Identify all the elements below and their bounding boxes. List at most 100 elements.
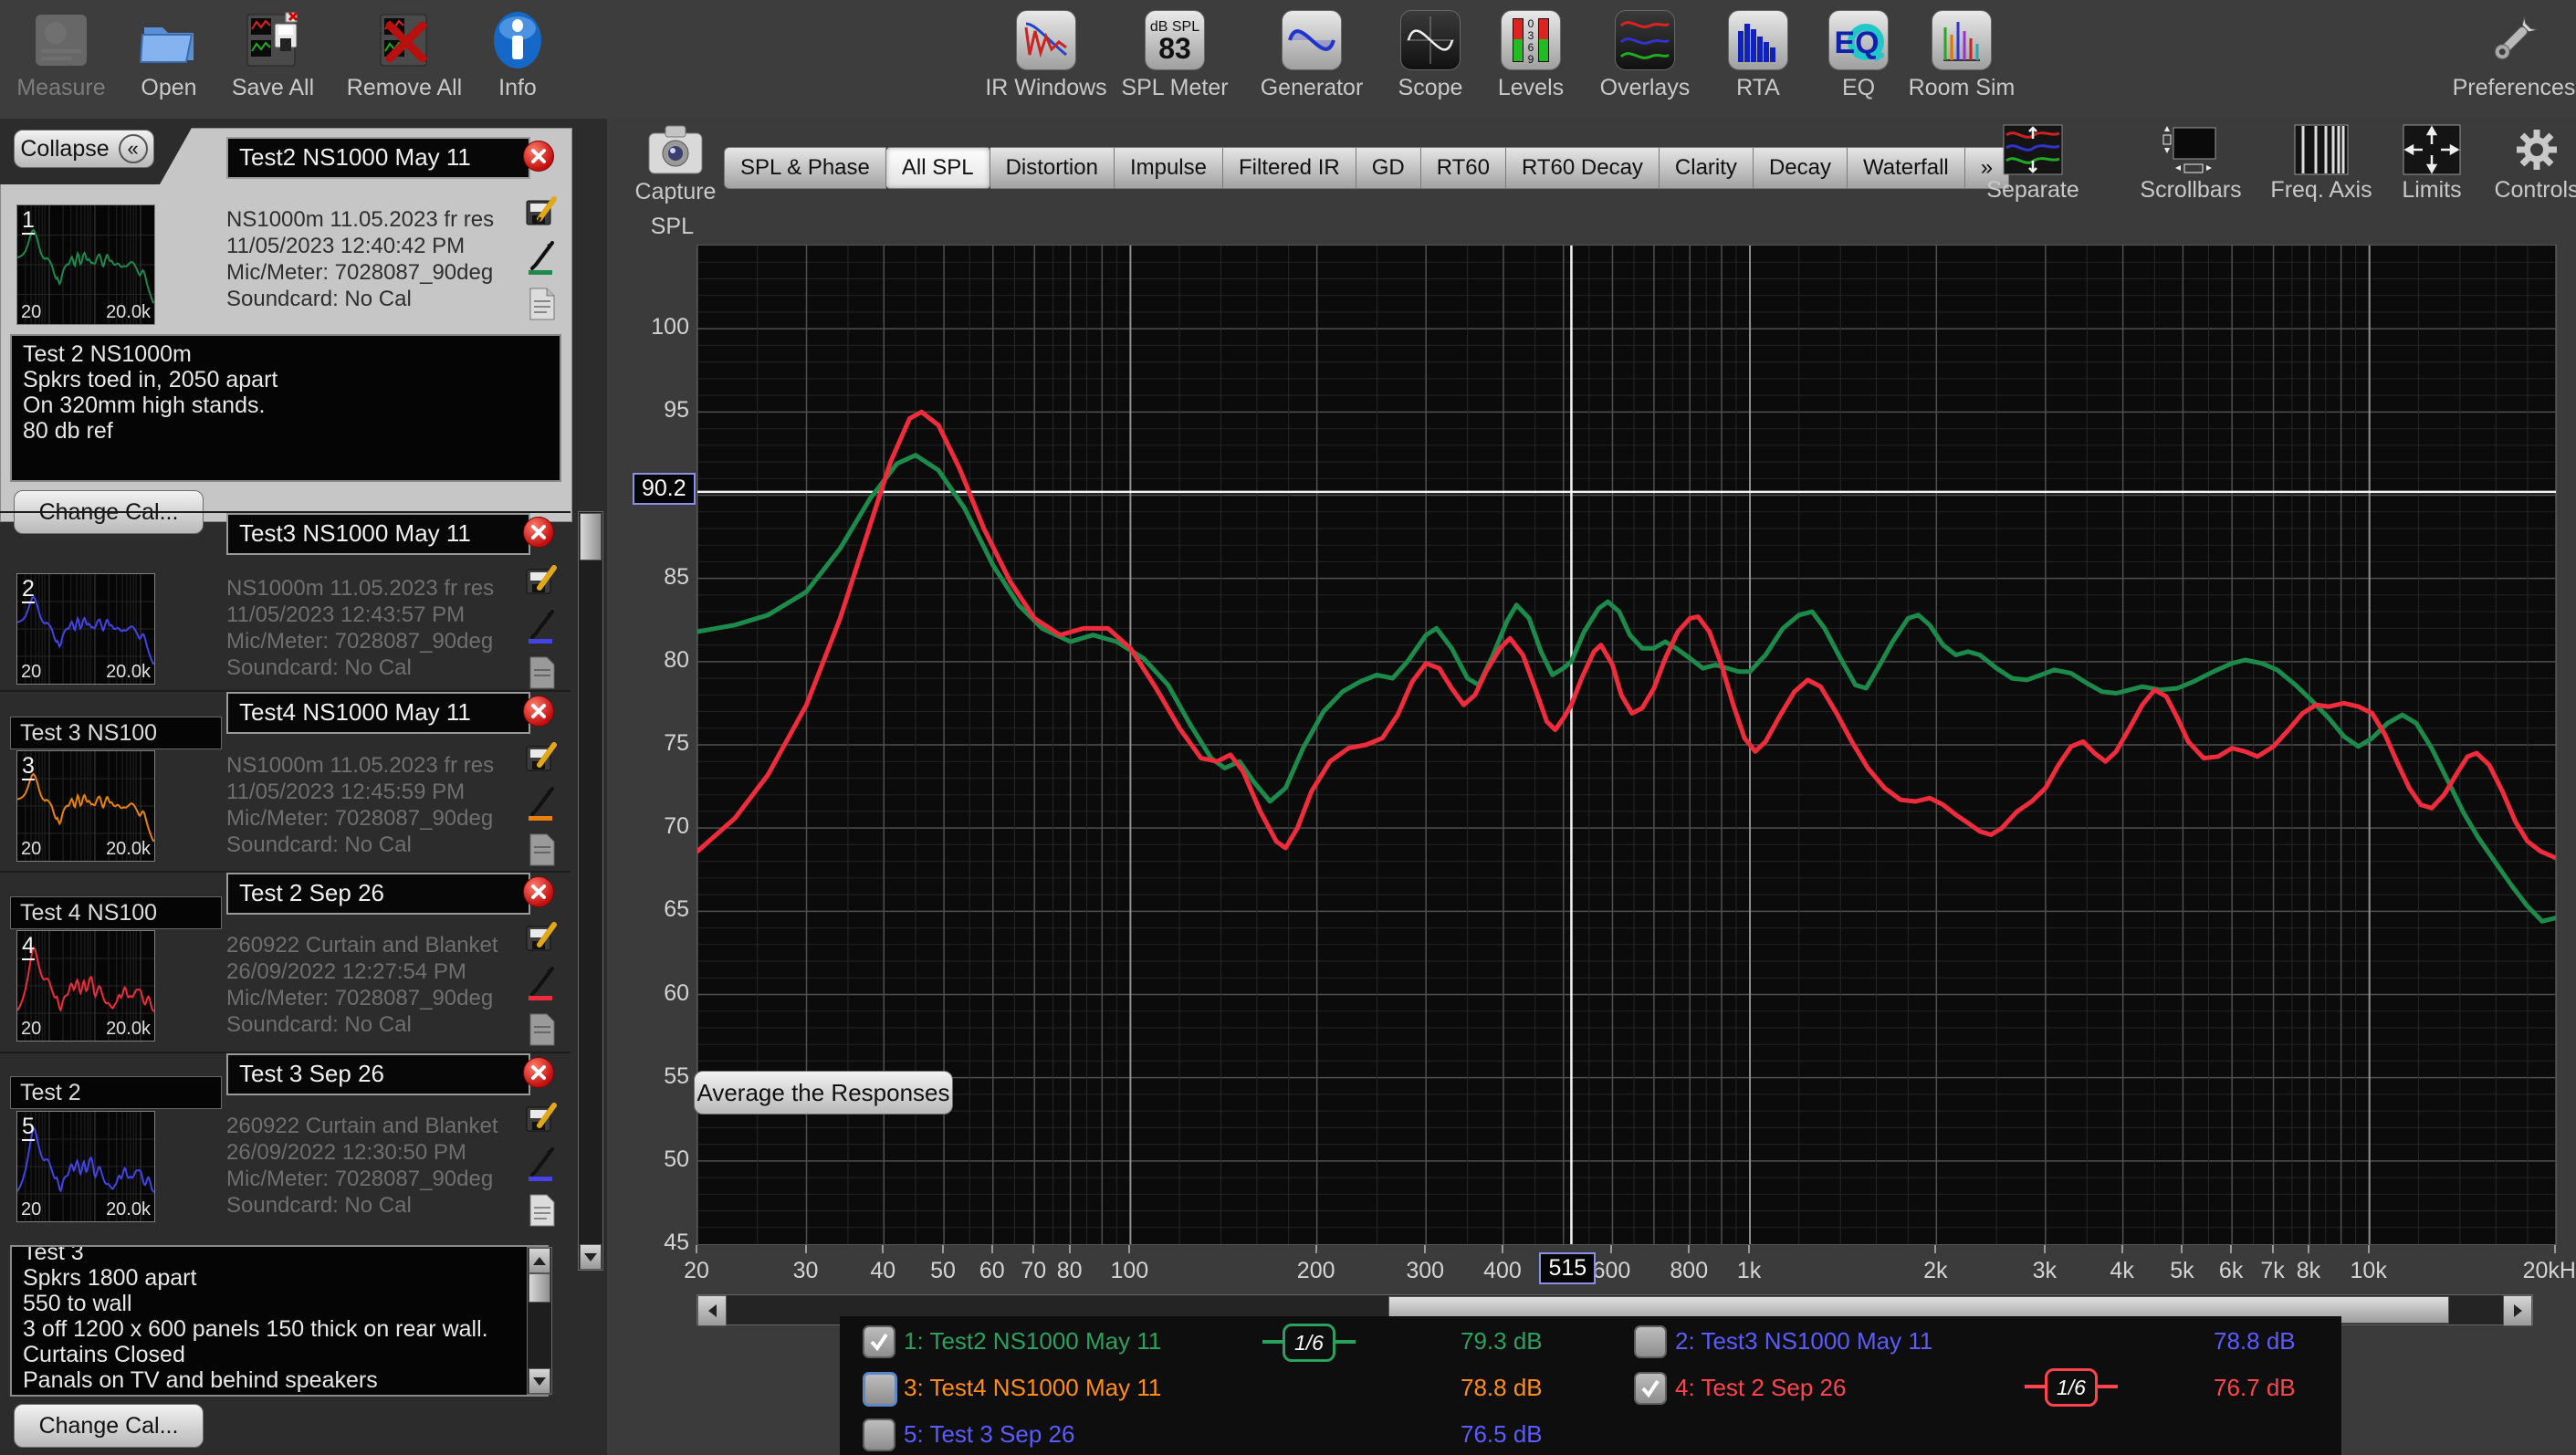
collapse-sidebar-button[interactable]: Collapse «: [14, 130, 154, 168]
delete-measurement-button[interactable]: [523, 876, 554, 907]
trace-visible-checkbox[interactable]: [1634, 1325, 1667, 1358]
trace-visible-checkbox[interactable]: [1634, 1372, 1667, 1405]
x-tick-mark: [882, 1245, 884, 1253]
save-measurement-icon[interactable]: [525, 741, 560, 776]
smoothing-badge[interactable]: 1/6: [1283, 1324, 1335, 1362]
x-tick-label: 200: [1297, 1258, 1335, 1284]
measurement-title-input[interactable]: Test4 NS1000 May 11: [226, 692, 530, 734]
preferences-button[interactable]: Preferences: [2445, 7, 2576, 101]
notes-scrollbar[interactable]: [527, 1247, 552, 1395]
edit-trace-pen-icon[interactable]: [525, 610, 560, 644]
notes-doc-icon[interactable]: [525, 832, 560, 867]
edit-trace-pen-icon[interactable]: [525, 1147, 560, 1182]
measurement-notes[interactable]: Test 2 NS1000mSpkrs toed in, 2050 apart …: [10, 334, 561, 482]
trace-test2-ns1000-may-11[interactable]: [697, 455, 2556, 922]
legend-trace-label[interactable]: 1: Test2 NS1000 May 11: [904, 1327, 1161, 1356]
measurement-title-input[interactable]: Test2 NS1000 May 11: [226, 137, 530, 179]
measurement-thumbnail[interactable]: 4 20 20.0k: [16, 930, 155, 1042]
change-cal-button[interactable]: Change Cal...: [14, 1404, 204, 1448]
edit-trace-pen-icon[interactable]: [525, 967, 560, 1001]
save-measurement-icon[interactable]: [525, 921, 560, 956]
trace-visible-checkbox[interactable]: [863, 1325, 895, 1358]
trace-visible-checkbox[interactable]: [863, 1418, 895, 1451]
y-axis-title: SPL: [639, 214, 694, 240]
x-tick-label: 2k: [1923, 1258, 1947, 1284]
generator-icon: [1282, 7, 1342, 73]
tab-rt60[interactable]: RT60: [1421, 147, 1506, 189]
x-tick-mark: [2368, 1245, 2370, 1253]
notes-doc-icon[interactable]: [525, 287, 560, 321]
notes-doc-icon[interactable]: [525, 1193, 560, 1228]
delete-measurement-button[interactable]: [523, 1057, 554, 1088]
graph-controls-button[interactable]: Controls: [2459, 124, 2576, 204]
scrollbars-icon: [2159, 124, 2223, 175]
x-tick-label: 40: [870, 1258, 895, 1284]
legend-trace-label[interactable]: 3: Test4 NS1000 May 11: [904, 1374, 1161, 1402]
trace-visible-checkbox[interactable]: [863, 1372, 897, 1407]
measurement-thumbnail[interactable]: 5 20 20.0k: [16, 1111, 155, 1222]
scroll-left-icon[interactable]: [697, 1295, 727, 1326]
x-tick-mark: [2044, 1245, 2046, 1253]
measurement-thumbnail[interactable]: 3 20 20.0k: [16, 750, 155, 862]
measurement-title-input[interactable]: Test 2 Sep 26: [226, 873, 530, 915]
save-measurement-icon[interactable]: [525, 1102, 560, 1136]
measurement-thumbnail[interactable]: 1 20 20.0k: [16, 204, 155, 325]
y-tick-label: 75: [625, 730, 689, 757]
smoothing-badge[interactable]: 1/6: [2045, 1368, 2098, 1407]
scroll-down-icon[interactable]: [580, 1244, 602, 1270]
legend-trace-label[interactable]: 2: Test3 NS1000 May 11: [1675, 1327, 1932, 1356]
spl-meter-button[interactable]: dB SPL83 SPL Meter: [1106, 7, 1243, 101]
x-tick-mark: [991, 1245, 993, 1253]
notes-doc-icon[interactable]: [525, 655, 560, 690]
ir-windows-button[interactable]: IR Windows: [978, 7, 1115, 101]
x-tick-mark: [696, 1245, 697, 1253]
y-tick-label: 95: [625, 397, 689, 424]
legend-trace-label[interactable]: 4: Test 2 Sep 26: [1675, 1374, 1846, 1402]
save-all-icon: [244, 7, 302, 73]
tab-distortion[interactable]: Distortion: [990, 147, 1115, 189]
separate-traces-button[interactable]: Separate: [1955, 124, 2110, 204]
tab-gd[interactable]: GD: [1356, 147, 1421, 189]
x-tick-mark: [2121, 1245, 2123, 1253]
tab-spl-phase[interactable]: SPL & Phase: [724, 147, 886, 189]
tab-clarity[interactable]: Clarity: [1660, 147, 1754, 189]
room-sim-button[interactable]: Room Sim: [1893, 7, 2030, 101]
save-all-button[interactable]: Save All: [204, 7, 341, 101]
tab-filtered-ir[interactable]: Filtered IR: [1223, 147, 1356, 189]
measurement-title-input[interactable]: Test 3 Sep 26: [226, 1053, 530, 1095]
average-responses-button[interactable]: Average the Responses: [694, 1071, 953, 1115]
info-button[interactable]: Info: [449, 7, 586, 101]
scroll-up-icon[interactable]: [529, 1248, 550, 1273]
previous-notes-preview: Test 4 NS100: [10, 896, 222, 929]
scroll-down-icon[interactable]: [529, 1368, 550, 1394]
notes-doc-icon[interactable]: [525, 1012, 560, 1047]
spl-plot[interactable]: [696, 245, 2557, 1245]
x-tick-label: 100: [1111, 1258, 1149, 1284]
freq-axis-icon: [2294, 124, 2349, 175]
y-tick-label: 100: [625, 314, 689, 340]
measurement-list-scrollbar[interactable]: [578, 511, 603, 1271]
limits-icon: [2403, 124, 2461, 175]
edit-trace-pen-icon[interactable]: [525, 241, 560, 276]
delete-measurement-button[interactable]: [523, 517, 554, 548]
scroll-right-icon[interactable]: [2503, 1295, 2532, 1326]
legend-trace-label[interactable]: 5: Test 3 Sep 26: [904, 1420, 1074, 1449]
delete-measurement-button[interactable]: [523, 696, 554, 727]
save-measurement-icon[interactable]: [525, 564, 560, 599]
capture-button[interactable]: Capture: [634, 124, 717, 205]
generator-button[interactable]: Generator: [1243, 7, 1380, 101]
tab-all-spl[interactable]: All SPL: [886, 147, 990, 189]
cursor-freq-readout: 515: [1539, 1252, 1596, 1284]
measurement-notes[interactable]: Test 3 Spkrs 1800 apart550 to wall 3 off…: [10, 1245, 549, 1397]
measurement-thumbnail[interactable]: 2 20 20.0k: [16, 573, 155, 685]
measurement-title-input[interactable]: Test3 NS1000 May 11: [226, 513, 530, 555]
tab-rt60-decay[interactable]: RT60 Decay: [1506, 147, 1660, 189]
previous-notes-preview: Test 2: [10, 1076, 222, 1109]
delete-measurement-button[interactable]: [523, 141, 554, 172]
edit-trace-pen-icon[interactable]: [525, 787, 560, 822]
tab-decay[interactable]: Decay: [1754, 147, 1848, 189]
tab-waterfall[interactable]: Waterfall: [1848, 147, 1965, 189]
tab-impulse[interactable]: Impulse: [1115, 147, 1223, 189]
x-tick-label: 6k: [2219, 1258, 2243, 1284]
save-measurement-icon[interactable]: [525, 195, 560, 230]
